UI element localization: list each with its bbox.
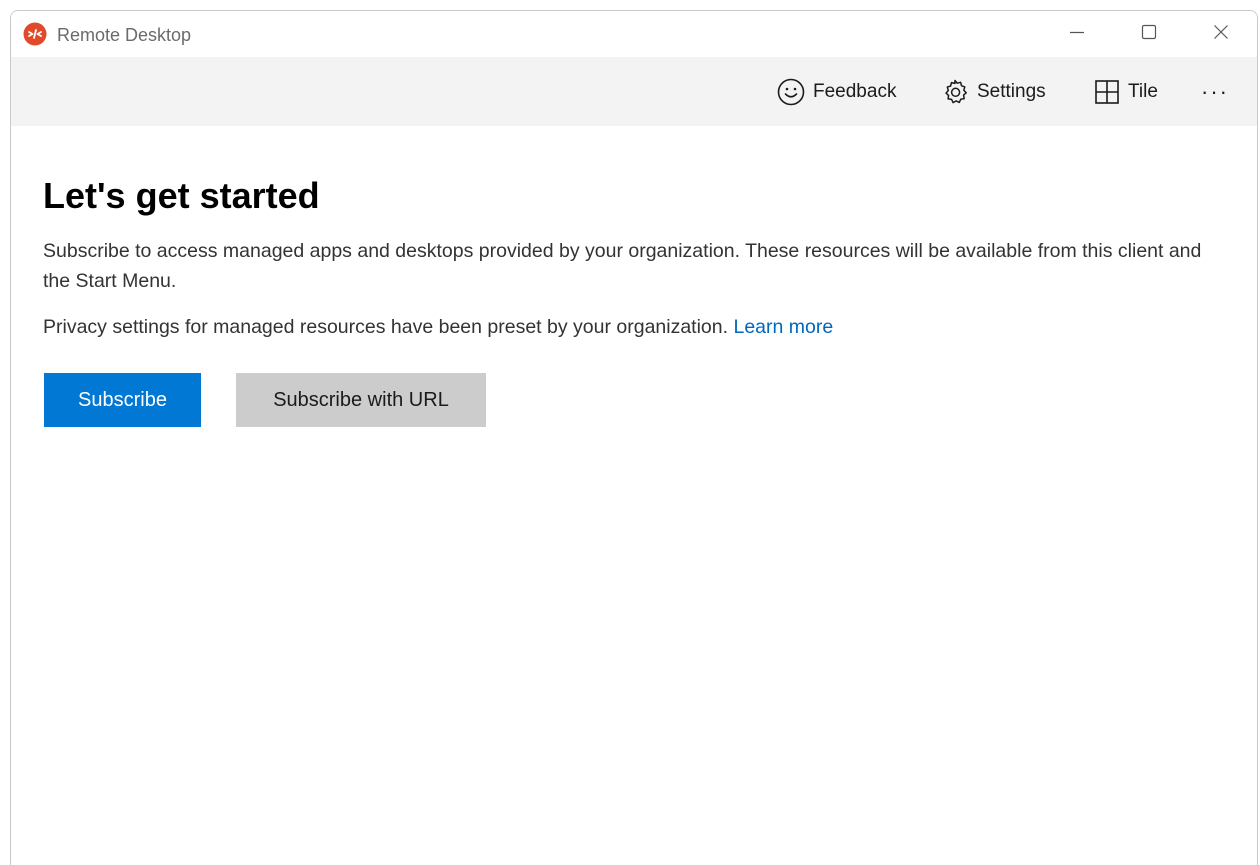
more-options-icon: ···	[1201, 79, 1229, 104]
subscribe-with-url-button[interactable]: Subscribe with URL	[236, 373, 486, 427]
minimize-button[interactable]	[1047, 11, 1107, 57]
settings-label: Settings	[977, 81, 1046, 102]
more-options-button[interactable]: ···	[1201, 76, 1229, 108]
app-window: Remote Desktop Feedback Settings Tile ··…	[10, 10, 1258, 865]
subscribe-button[interactable]: Subscribe	[44, 373, 201, 427]
tile-label: Tile	[1128, 81, 1158, 102]
gear-icon	[945, 79, 967, 104]
close-button[interactable]	[1191, 11, 1251, 57]
privacy-statement: Privacy settings for managed resources h…	[43, 316, 729, 338]
tile-button[interactable]: Tile	[1094, 76, 1158, 108]
remote-desktop-icon	[23, 22, 47, 46]
window-title: Remote Desktop	[57, 25, 192, 45]
learn-more-link[interactable]: Learn more	[733, 316, 833, 338]
settings-button[interactable]: Settings	[941, 76, 1046, 108]
smiley-icon	[777, 78, 805, 106]
description-text: Subscribe to access managed apps and des…	[43, 240, 1202, 292]
maximize-icon	[1141, 24, 1157, 45]
feedback-label: Feedback	[813, 81, 897, 102]
page-title: Let's get started	[43, 175, 320, 216]
minimize-icon	[1069, 24, 1085, 45]
close-icon	[1213, 24, 1229, 45]
title-bar: Remote Desktop	[11, 11, 1257, 57]
privacy-text: Privacy settings for managed resources h…	[43, 312, 833, 342]
maximize-button[interactable]	[1119, 11, 1179, 57]
grid-icon	[1095, 80, 1119, 104]
feedback-button[interactable]: Feedback	[777, 76, 896, 108]
command-bar: Feedback Settings Tile ···	[11, 57, 1257, 126]
